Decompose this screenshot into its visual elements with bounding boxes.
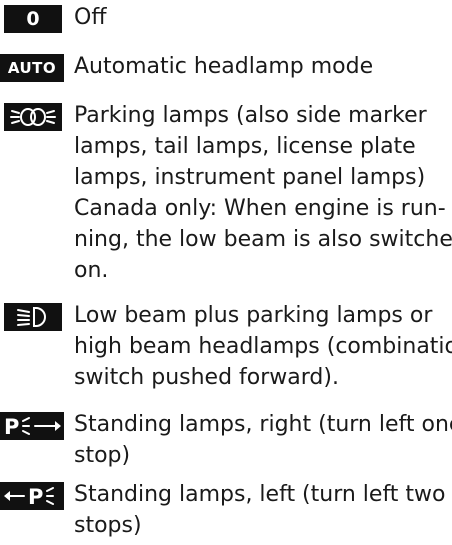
legend-text-standing-lamps-left: Standing lamps, left (turn left two stop… — [74, 479, 446, 541]
legend-text-off: Off — [74, 2, 446, 33]
legend-text-standing-lamps-right: Standing lamps, right (turn left one sto… — [74, 409, 452, 471]
text-line: on. — [74, 258, 109, 283]
text-line: Automatic headlamp mode — [74, 54, 374, 79]
text-line: Standing lamps, right (turn left one — [74, 412, 452, 437]
legend-text-parking-lamps: Parking lamps (also side marker lamps, t… — [74, 100, 452, 286]
text-line: stops) — [74, 513, 142, 538]
legend-text-low-beam: Low beam plus parking lamps or high beam… — [74, 300, 452, 393]
text-line: switch pushed forward). — [74, 365, 339, 390]
svg-text:P: P — [28, 485, 43, 509]
standing-lamps-left-icon: P — [0, 482, 64, 510]
auto-symbol: AUTO — [0, 54, 64, 82]
text-line: ning, the low beam is also switched — [74, 227, 452, 252]
text-line: lamps, tail lamps, license plate — [74, 134, 416, 159]
text-line: lamps, instrument panel lamps) — [74, 165, 426, 190]
text-line: Parking lamps (also side marker — [74, 103, 427, 128]
parking-lamps-icon — [4, 103, 62, 131]
zero-symbol: 0 — [4, 5, 62, 33]
zero-symbol-label: 0 — [26, 8, 40, 30]
text-line: Off — [74, 5, 107, 30]
text-line: stop) — [74, 443, 131, 468]
auto-symbol-label: AUTO — [7, 59, 57, 77]
standing-lamps-right-icon: P — [0, 412, 64, 440]
text-line: high beam headlamps (combination — [74, 334, 452, 359]
low-beam-icon — [4, 303, 62, 331]
text-line: Low beam plus parking lamps or — [74, 303, 433, 328]
text-line: Canada only: When engine is run- — [74, 196, 446, 221]
text-line: Standing lamps, left (turn left two — [74, 482, 446, 507]
legend-text-auto: Automatic headlamp mode — [74, 51, 446, 82]
svg-text:P: P — [4, 415, 19, 439]
